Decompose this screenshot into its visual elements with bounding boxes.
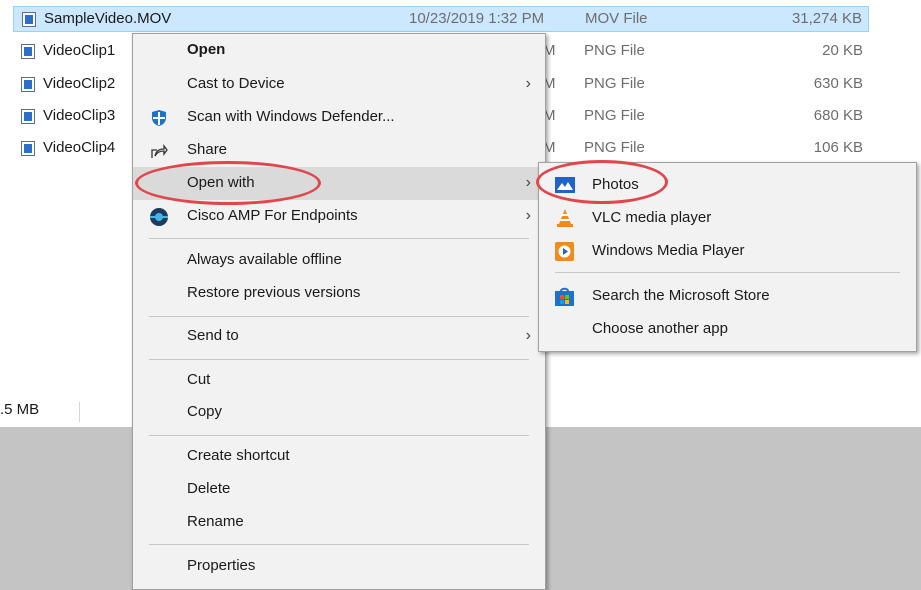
file-name: SampleVideo.MOV bbox=[44, 10, 172, 27]
file-type: PNG File bbox=[584, 42, 645, 59]
windows-defender-shield-icon bbox=[150, 109, 168, 131]
menu-separator bbox=[149, 359, 529, 360]
file-type: PNG File bbox=[584, 107, 645, 124]
menu-item-create-shortcut[interactable]: Create shortcut bbox=[133, 440, 545, 473]
menu-item-always-offline[interactable]: Always available offline bbox=[133, 244, 545, 277]
menu-item-properties[interactable]: Properties bbox=[133, 550, 545, 583]
status-size-text: .5 MB bbox=[0, 401, 40, 418]
file-size: 680 KB bbox=[813, 107, 863, 124]
file-type: PNG File bbox=[584, 139, 645, 156]
status-divider bbox=[79, 402, 80, 422]
chevron-right-icon: › bbox=[525, 174, 531, 191]
chevron-right-icon: › bbox=[525, 327, 531, 344]
menu-item-label: Cast to Device bbox=[187, 75, 285, 92]
menu-item-label: Restore previous versions bbox=[187, 284, 361, 301]
menu-item-send-to[interactable]: Send to › bbox=[133, 320, 545, 353]
menu-item-scan-defender[interactable]: Scan with Windows Defender... bbox=[133, 101, 545, 134]
menu-item-label: Properties bbox=[187, 557, 256, 574]
file-size: 630 KB bbox=[813, 75, 863, 92]
menu-item-label: Always available offline bbox=[187, 251, 342, 268]
menu-item-label: Share bbox=[187, 141, 228, 158]
microsoft-store-icon bbox=[555, 287, 574, 310]
menu-separator bbox=[149, 238, 529, 239]
submenu-item-label: VLC media player bbox=[592, 209, 712, 226]
file-type: PNG File bbox=[584, 75, 645, 92]
share-icon bbox=[150, 142, 168, 164]
file-size: 106 KB bbox=[813, 139, 863, 156]
menu-item-copy[interactable]: Copy bbox=[133, 396, 545, 429]
image-file-icon bbox=[21, 141, 35, 156]
menu-item-cut[interactable]: Cut bbox=[133, 364, 545, 397]
submenu-item-wmp[interactable]: Windows Media Player bbox=[539, 235, 916, 268]
menu-item-cast-to-device[interactable]: Cast to Device › bbox=[133, 68, 545, 101]
menu-item-restore-versions[interactable]: Restore previous versions bbox=[133, 277, 545, 310]
menu-item-label: Delete bbox=[187, 480, 231, 497]
file-row-samplevideo[interactable]: SampleVideo.MOV 10/23/2019 1:32 PM MOV F… bbox=[13, 6, 869, 32]
file-name: VideoClip3 bbox=[43, 107, 116, 124]
submenu-item-label: Search the Microsoft Store bbox=[592, 287, 770, 304]
menu-item-label: Rename bbox=[187, 513, 244, 530]
submenu-item-vlc[interactable]: VLC media player bbox=[539, 202, 916, 235]
menu-separator bbox=[149, 544, 529, 545]
image-file-icon bbox=[21, 109, 35, 124]
image-file-icon bbox=[21, 44, 35, 59]
file-name: VideoClip4 bbox=[43, 139, 116, 156]
file-name: VideoClip1 bbox=[43, 42, 116, 59]
windows-media-player-icon bbox=[555, 242, 574, 265]
menu-item-cisco-amp[interactable]: Cisco AMP For Endpoints › bbox=[133, 200, 545, 233]
chevron-right-icon: › bbox=[525, 207, 531, 224]
vlc-cone-icon bbox=[555, 208, 575, 232]
menu-separator bbox=[149, 316, 529, 317]
submenu-item-choose-app[interactable]: Choose another app bbox=[539, 313, 916, 346]
menu-item-label: Send to bbox=[187, 327, 239, 344]
menu-item-label: Copy bbox=[187, 403, 223, 420]
annotation-circle-photos bbox=[536, 160, 668, 204]
file-name: VideoClip2 bbox=[43, 75, 116, 92]
menu-item-delete[interactable]: Delete bbox=[133, 473, 545, 506]
file-date: 10/23/2019 1:32 PM bbox=[409, 10, 545, 27]
annotation-circle-open-with bbox=[135, 161, 321, 205]
submenu-item-store[interactable]: Search the Microsoft Store bbox=[539, 280, 916, 313]
chevron-right-icon: › bbox=[525, 75, 531, 92]
submenu-separator bbox=[555, 272, 900, 273]
menu-separator bbox=[149, 435, 529, 436]
submenu-item-label: Windows Media Player bbox=[592, 242, 745, 259]
cisco-amp-icon bbox=[149, 207, 169, 231]
menu-item-label: Cut bbox=[187, 371, 211, 388]
menu-item-rename[interactable]: Rename bbox=[133, 506, 545, 539]
file-type: MOV File bbox=[585, 10, 648, 27]
menu-item-label: Cisco AMP For Endpoints bbox=[187, 207, 358, 224]
file-size: 31,274 KB bbox=[791, 10, 862, 27]
image-file-icon bbox=[22, 12, 36, 27]
file-size: 20 KB bbox=[822, 42, 863, 59]
menu-item-open[interactable]: Open bbox=[133, 34, 545, 67]
menu-item-label: Open bbox=[187, 41, 226, 58]
image-file-icon bbox=[21, 77, 35, 92]
menu-item-label: Scan with Windows Defender... bbox=[187, 108, 395, 125]
context-menu: Open Cast to Device › Scan with Windows … bbox=[132, 33, 546, 590]
menu-item-label: Create shortcut bbox=[187, 447, 290, 464]
submenu-item-label: Choose another app bbox=[592, 320, 728, 337]
